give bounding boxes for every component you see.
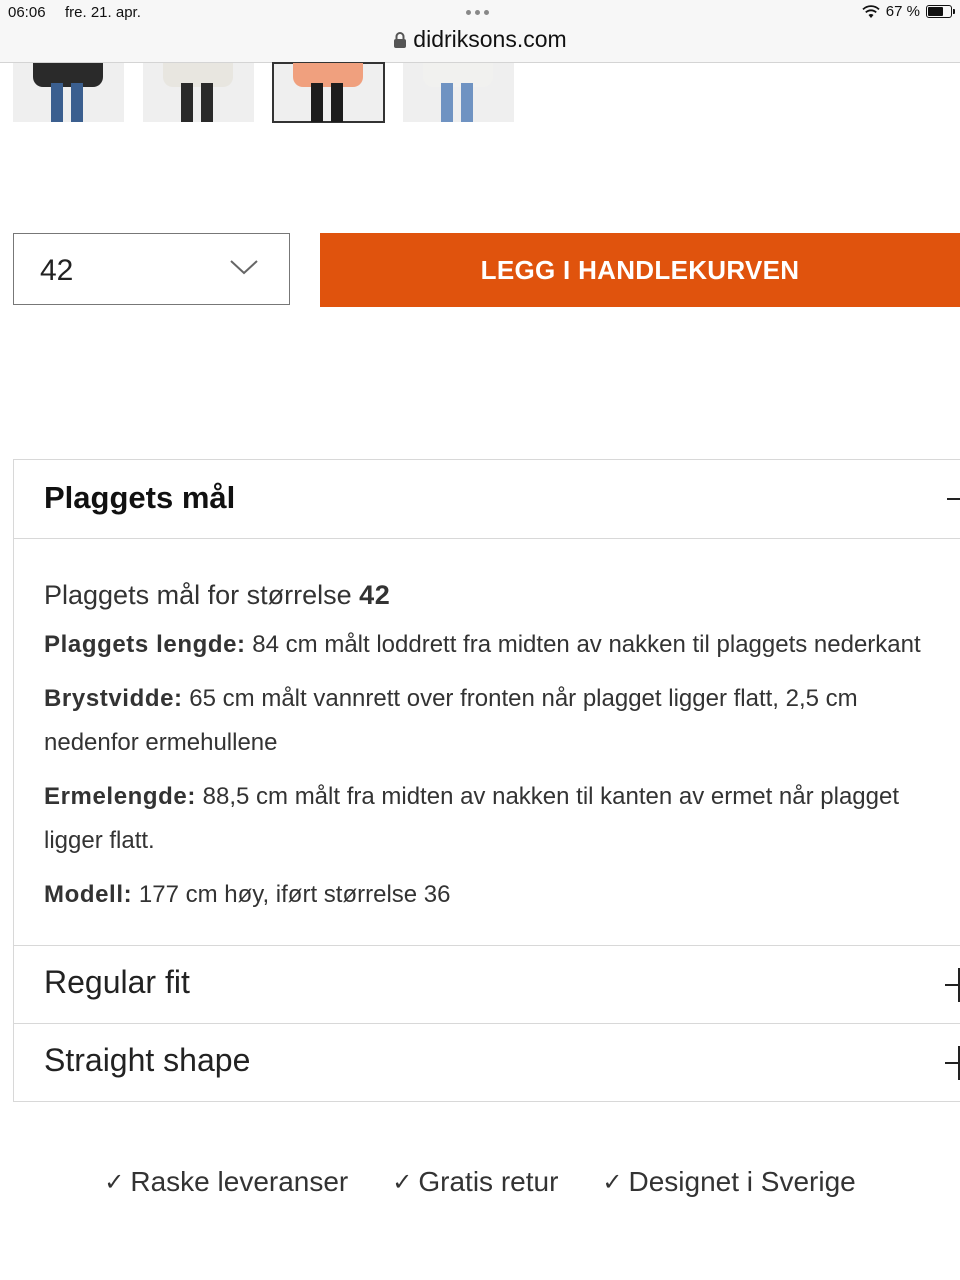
thumb-leg (71, 83, 83, 122)
thumb-leg (201, 83, 213, 122)
measurement-row: Modell: 177 cm høy, iført størrelse 36 (44, 873, 943, 917)
product-details-accordion: Plaggets mål Plaggets mål for størrelse … (13, 459, 960, 1102)
thumb-peach[interactable] (272, 62, 385, 123)
thumb-jacket (163, 63, 233, 87)
more-dots-icon[interactable] (466, 10, 489, 15)
thumb-leg (181, 83, 193, 122)
add-to-cart-button[interactable]: LEGG I HANDLEKURVEN (320, 233, 960, 307)
usp-item: ✓ Raske leveranser (104, 1166, 348, 1198)
url-text: didriksons.com (413, 26, 567, 52)
measurements-header[interactable]: Plaggets mål (14, 460, 960, 539)
thumb-black[interactable] (13, 63, 124, 122)
thumb-leg (331, 83, 343, 122)
measurement-text: 84 cm målt loddrett fra midten av nakken… (245, 631, 921, 658)
regular-fit-title: Regular fit (44, 964, 190, 1000)
usp-text: Designet i Sverige (628, 1166, 856, 1197)
measurement-row: Ermelengde: 88,5 cm målt fra midten av n… (44, 775, 943, 863)
expand-plus-icon[interactable] (945, 968, 960, 1002)
battery-icon (926, 5, 955, 18)
check-icon: ✓ (104, 1168, 125, 1196)
measurement-label: Modell: (44, 881, 133, 908)
regular-fit-section[interactable]: Regular fit (14, 945, 960, 1023)
straight-shape-title: Straight shape (44, 1042, 251, 1078)
thumb-jacket (293, 63, 363, 87)
thumb-jacket (33, 63, 103, 87)
wifi-icon (862, 4, 880, 18)
chevron-down-icon (230, 260, 258, 275)
measurement-label: Ermelengde: (44, 783, 196, 810)
straight-shape-section[interactable]: Straight shape (14, 1023, 960, 1101)
measurements-title: Plaggets mål (44, 480, 236, 515)
thumb-light[interactable] (403, 63, 514, 122)
expand-plus-icon[interactable] (945, 1046, 960, 1080)
battery-percent: 67 % (885, 3, 920, 20)
measurements-lead-text: Plaggets mål for størrelse (44, 580, 360, 610)
thumb-leg (441, 83, 453, 122)
collapse-minus-icon[interactable] (947, 498, 960, 500)
status-date: fre. 21. apr. (65, 4, 141, 21)
measurement-label: Brystvidde: (44, 685, 183, 712)
address-bar[interactable]: didriksons.com (0, 26, 960, 53)
thumb-leg (461, 83, 473, 122)
measurements-lead: Plaggets mål for størrelse 42 (44, 573, 943, 617)
measurement-text: 177 cm høy, iført størrelse 36 (132, 881, 451, 908)
lock-icon (394, 31, 407, 48)
usp-bar: ✓ Raske leveranser ✓ Gratis retur ✓ Designe… (0, 1166, 960, 1198)
status-time: 06:06 (8, 4, 46, 21)
measurement-label: Plaggets lengde: (44, 631, 246, 658)
thumb-white[interactable] (143, 63, 254, 122)
thumb-leg (311, 83, 323, 122)
size-select[interactable]: 42 (13, 233, 290, 305)
usp-item: ✓ Gratis retur (392, 1166, 558, 1198)
measurement-row: Brystvidde: 65 cm målt vannrett over fro… (44, 677, 943, 765)
browser-bar: 06:06 fre. 21. apr. 67 % didriksons.com (0, 0, 960, 63)
measurement-row: Plaggets lengde: 84 cm målt loddrett fra… (44, 623, 943, 667)
usp-item: ✓ Designet i Sverige (602, 1166, 855, 1198)
thumb-jacket (423, 63, 493, 87)
usp-text: Gratis retur (418, 1166, 559, 1197)
status-right: 67 % (862, 3, 955, 20)
thumb-leg (51, 83, 63, 122)
check-icon: ✓ (602, 1168, 623, 1196)
product-thumbnails (13, 62, 514, 123)
measurements-lead-size: 42 (359, 580, 391, 610)
usp-text: Raske leveranser (130, 1166, 349, 1197)
check-icon: ✓ (392, 1168, 413, 1196)
size-select-value: 42 (40, 254, 74, 287)
measurements-body: Plaggets mål for størrelse 42 Plaggets l… (14, 539, 960, 945)
